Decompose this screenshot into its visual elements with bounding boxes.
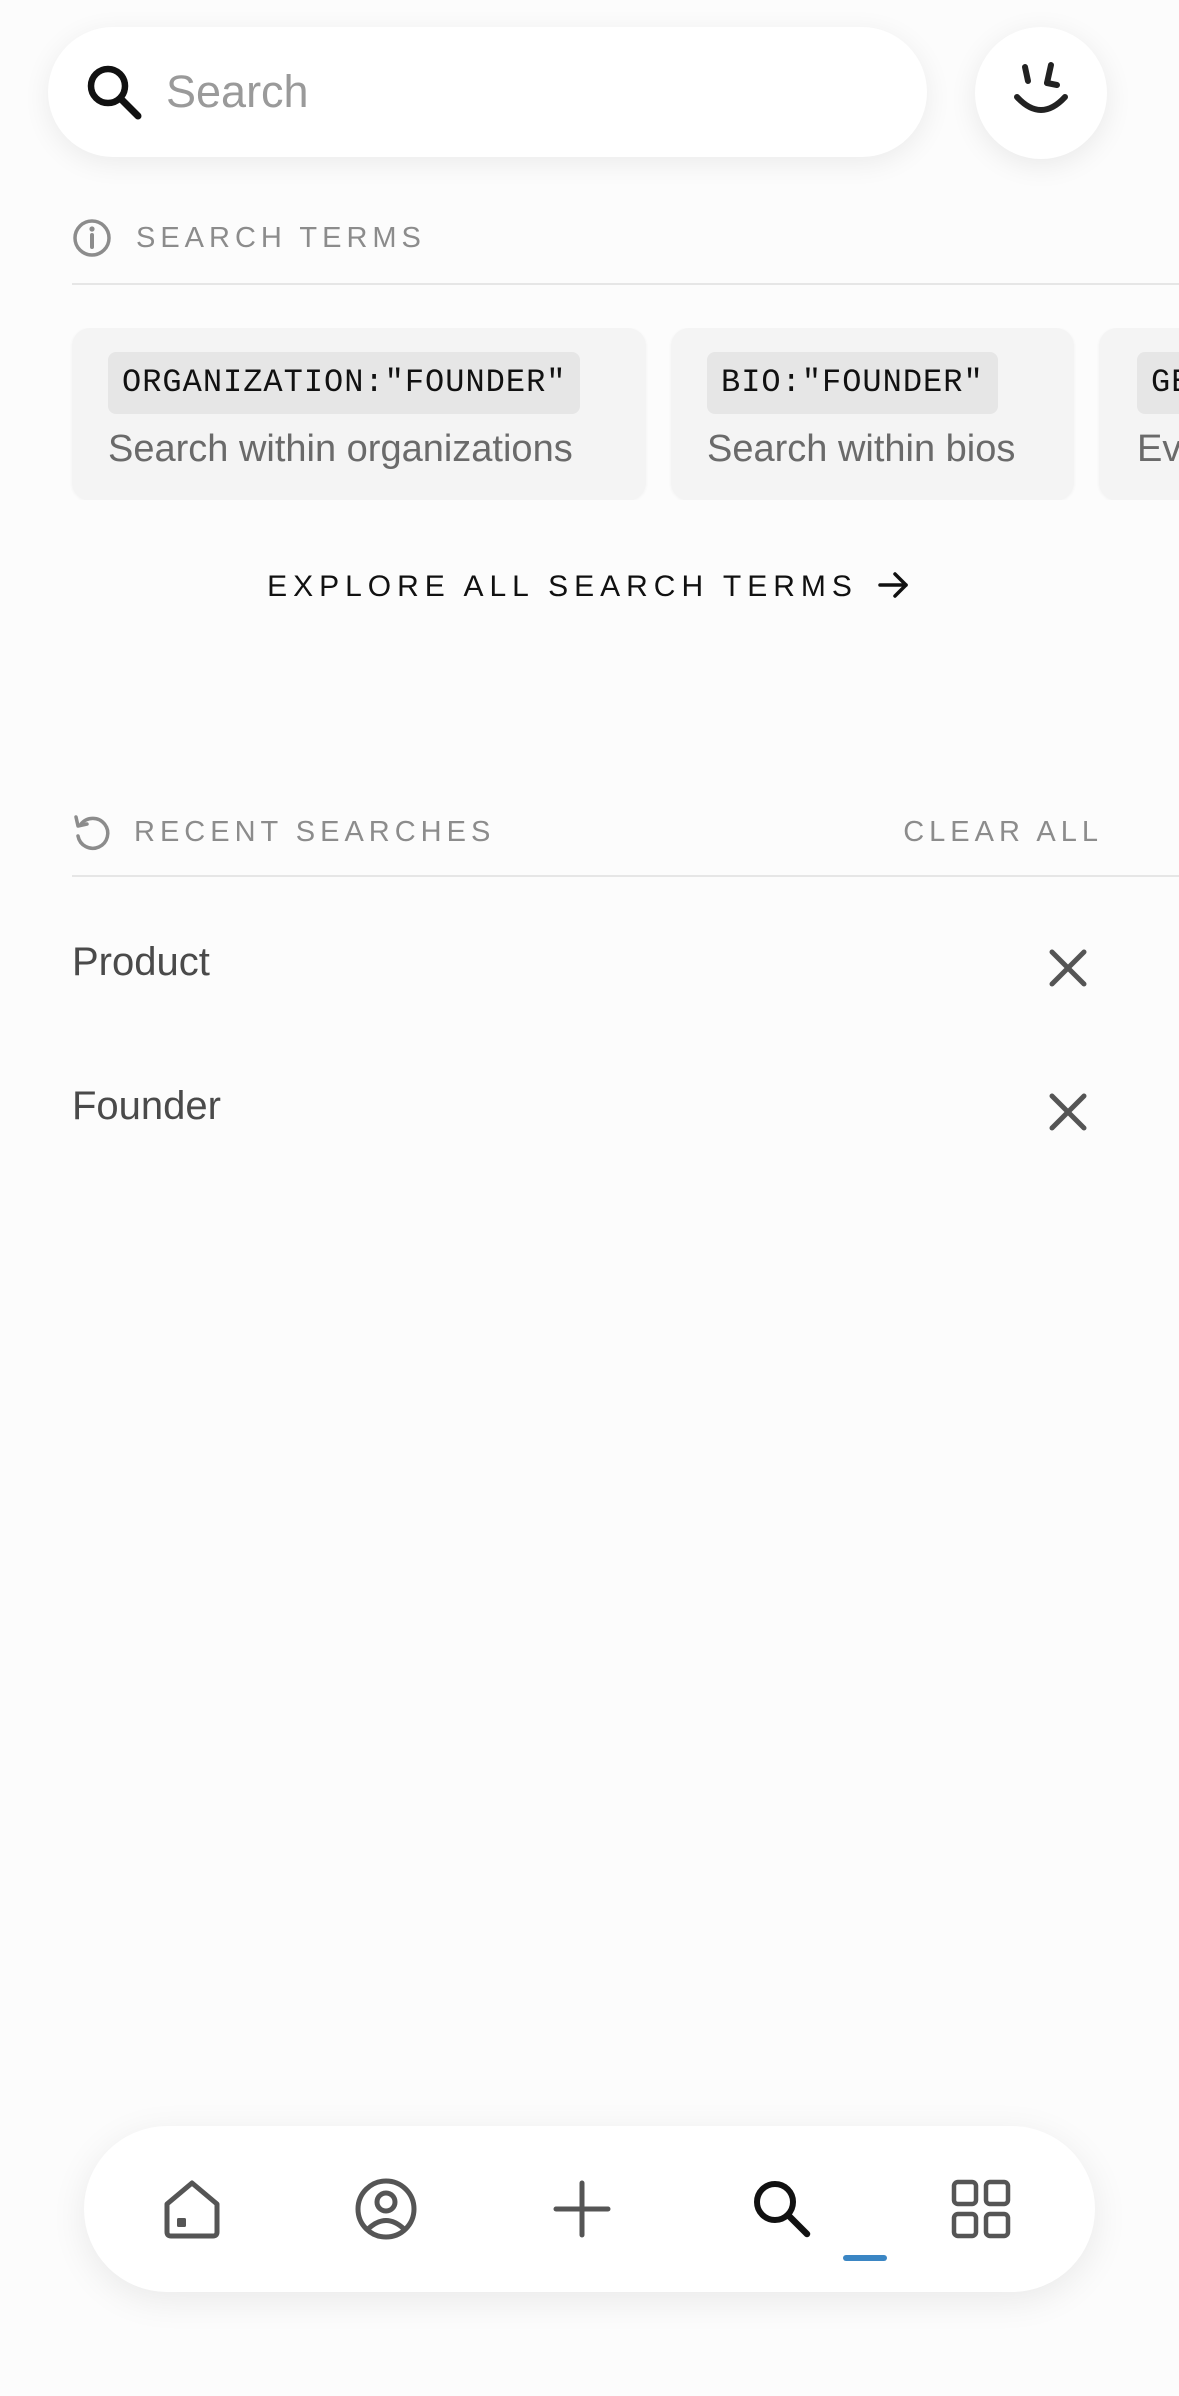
search-term-description: Search within bios bbox=[707, 428, 1016, 470]
search-input[interactable] bbox=[166, 57, 866, 127]
search-term-card[interactable]: GE Ev bbox=[1099, 328, 1179, 500]
search-icon bbox=[754, 2181, 811, 2238]
remove-recent-button[interactable] bbox=[1040, 940, 1096, 996]
search-term-cards[interactable]: ORGANIZATION:"FOUNDER" Search within org… bbox=[0, 328, 1179, 500]
search-term-chip: BIO:"FOUNDER" bbox=[707, 352, 998, 414]
close-icon bbox=[1049, 1093, 1087, 1131]
search-terms-title: SEARCH TERMS bbox=[136, 222, 426, 254]
nav-add[interactable] bbox=[547, 2174, 617, 2244]
explore-search-terms-label: EXPLORE ALL SEARCH TERMS bbox=[267, 570, 858, 603]
arrow-right-icon bbox=[878, 572, 908, 598]
remove-recent-button[interactable] bbox=[1040, 1084, 1096, 1140]
close-icon bbox=[1049, 949, 1087, 987]
recent-search-label: Founder bbox=[72, 1084, 221, 1128]
history-icon bbox=[74, 815, 110, 851]
info-icon bbox=[73, 219, 111, 257]
explore-search-terms-link[interactable]: EXPLORE ALL SEARCH TERMS bbox=[0, 570, 1179, 604]
search-screen: SEARCH TERMS ORGANIZATION:"FOUNDER" Sear… bbox=[0, 0, 1179, 2396]
search-term-chip: ORGANIZATION:"FOUNDER" bbox=[108, 352, 581, 414]
search-bar[interactable] bbox=[48, 27, 927, 157]
clear-all-button[interactable]: CLEAR ALL bbox=[903, 816, 1103, 849]
add-icon bbox=[553, 2180, 611, 2238]
nav-search[interactable] bbox=[747, 2174, 817, 2244]
recent-search-label: Product bbox=[72, 940, 210, 984]
search-term-card[interactable]: ORGANIZATION:"FOUNDER" Search within org… bbox=[72, 328, 646, 500]
search-term-chip: GE bbox=[1137, 352, 1179, 414]
grid-icon bbox=[951, 2179, 1011, 2239]
divider bbox=[72, 283, 1179, 285]
divider bbox=[72, 875, 1179, 877]
avatar-button[interactable] bbox=[975, 27, 1107, 159]
smiley-face-icon bbox=[1014, 62, 1068, 113]
recent-searches-header: RECENT SEARCHES CLEAR ALL bbox=[72, 802, 1179, 862]
home-icon bbox=[164, 2180, 220, 2239]
recent-search-item[interactable]: Founder bbox=[72, 1062, 1112, 1162]
search-icon bbox=[87, 65, 142, 120]
search-term-description: Search within organizations bbox=[108, 428, 573, 470]
profile-icon bbox=[355, 2178, 417, 2240]
nav-profile[interactable] bbox=[351, 2174, 421, 2244]
bottom-nav bbox=[84, 2126, 1095, 2292]
nav-home[interactable] bbox=[157, 2174, 227, 2244]
search-term-card[interactable]: BIO:"FOUNDER" Search within bios bbox=[671, 328, 1074, 500]
recent-search-item[interactable]: Product bbox=[72, 918, 1112, 1018]
search-terms-header: SEARCH TERMS bbox=[72, 208, 1179, 268]
active-tab-indicator bbox=[843, 2255, 887, 2261]
search-term-description: Ev bbox=[1137, 428, 1179, 470]
nav-grid[interactable] bbox=[946, 2174, 1016, 2244]
recent-searches-title: RECENT SEARCHES bbox=[134, 816, 496, 848]
